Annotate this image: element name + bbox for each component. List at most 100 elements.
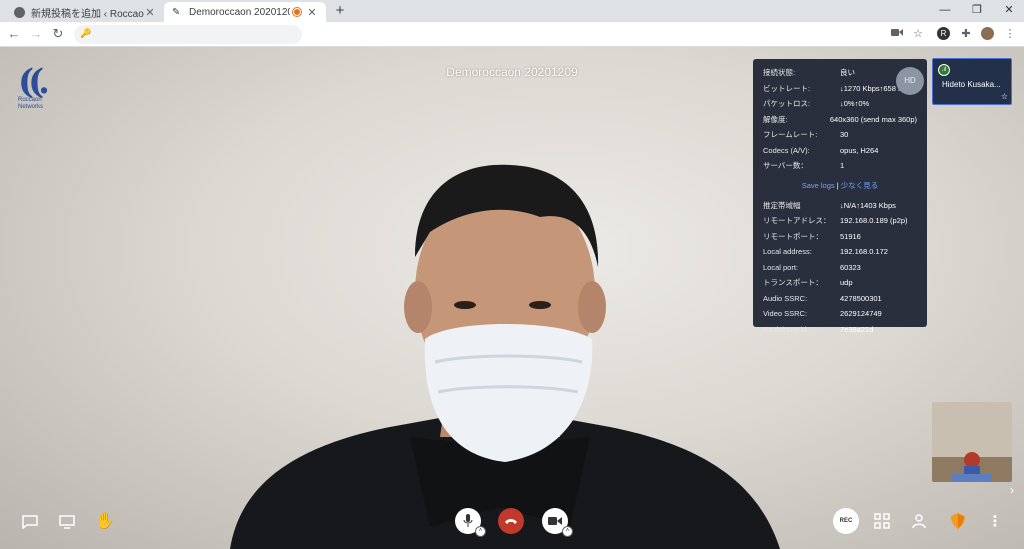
stats-row: 推定帯域幅 ↓N/A↑1403 Kbps [763, 198, 917, 214]
bookmark-star-icon[interactable]: ☆ [911, 27, 925, 41]
add-participant-icon [912, 514, 926, 529]
stats-value: 192.168.0.172 [840, 247, 888, 257]
chat-icon [22, 515, 38, 529]
tile-view-button[interactable] [869, 508, 895, 534]
stats-label: リモートアドレス： [763, 216, 831, 226]
logo-text: Roccaon Networks [18, 97, 44, 110]
microphone-options-caret[interactable]: ˄ [475, 526, 486, 537]
chevron-right-icon[interactable]: › [1010, 483, 1014, 497]
stats-value: 60323 [840, 262, 861, 272]
stats-row: トランスポート： udp [763, 275, 917, 291]
close-icon[interactable]: ✕ [144, 6, 156, 19]
stats-row: フレームレート: 30 [763, 127, 917, 143]
stats-value: opus, H264 [840, 145, 879, 155]
participant-name: Hideto Kusaka... [942, 80, 1001, 89]
stats-value: 30 [840, 130, 849, 140]
more-options-button[interactable]: ⋮ [982, 508, 1008, 534]
meeting-title: Demoroccaon 20201209 [446, 65, 578, 79]
window-close-button[interactable]: ✕ [994, 0, 1024, 20]
browser-tab-strip: 新規投稿を追加 ‹ Roccaon Netwo ✕ ✎ Demoroccaon … [0, 0, 1024, 22]
star-icon: ☆ [1000, 92, 1008, 101]
screen-share-button[interactable] [54, 509, 80, 535]
company-logo: ((. Roccaon Networks [18, 65, 62, 111]
camera-options-caret[interactable]: ˄ [562, 526, 573, 537]
stats-row: サーバー数： 1 [763, 158, 917, 174]
stats-label: パケットロス: [763, 99, 811, 109]
close-icon[interactable]: ✕ [306, 6, 318, 19]
stats-row: Codecs (A/V): opus, H264 [763, 143, 917, 159]
record-button[interactable]: REC [833, 508, 859, 534]
raise-hand-button[interactable]: ✋ [92, 508, 118, 534]
site-info-icon[interactable]: 🔑 [80, 28, 91, 39]
forward-icon[interactable]: → [28, 26, 44, 42]
stats-value: 51916 [840, 231, 861, 241]
stats-label: リモートポート： [763, 231, 823, 241]
grid-icon [874, 513, 890, 529]
self-view-thumbnail[interactable] [932, 402, 1012, 482]
stats-label: サーバー数： [763, 161, 808, 171]
chat-button[interactable] [17, 509, 43, 535]
browser-tab[interactable]: 新規投稿を追加 ‹ Roccaon Netwo ✕ [6, 2, 164, 22]
participant-video [230, 164, 780, 549]
meeting-toolbar: ✋ ˄ ˄ REC ⋮ [0, 497, 1024, 549]
hangup-button[interactable] [498, 508, 524, 534]
stats-label: Video SSRC: [763, 309, 808, 319]
stats-row: Audio SSRC: 4278500301 [763, 291, 917, 307]
browser-tab-active[interactable]: ✎ Demoroccaon 20201209 | Jit ✕ [164, 2, 326, 22]
stats-value: 1 [840, 161, 845, 171]
stats-label: 解像度: [763, 114, 788, 124]
save-logs-link[interactable]: Save logs [802, 181, 835, 190]
stats-row: 解像度: 640x360 (send max 360p) [763, 112, 917, 128]
address-bar[interactable]: 🔑 [74, 25, 302, 44]
invite-people-button[interactable] [907, 508, 933, 534]
link-separator: | [836, 180, 839, 190]
security-button[interactable] [945, 508, 971, 534]
stats-rows-bottom: 推定帯域幅 ↓N/A↑1403 Kbps リモートアドレス： 192.168.0.18… [763, 198, 917, 338]
extension-r-icon[interactable]: R [937, 27, 951, 41]
stats-row: Participant id: 7e38a21d [763, 322, 917, 338]
connection-stats-panel: 接続状態: 良い ビットレート: ↓1270 Kbps↑658 Kbps パケットロス:… [753, 59, 927, 334]
reload-icon[interactable]: ↻ [50, 26, 66, 42]
stats-row: ビットレート: ↓1270 Kbps↑658 Kbps [763, 81, 917, 97]
stats-value: 7e38a21d [840, 324, 874, 334]
stats-row: Local address: 192.168.0.172 [763, 244, 917, 260]
maximize-button[interactable]: ❐ [962, 0, 992, 20]
minimize-button[interactable]: — [930, 0, 960, 20]
stats-label: ビットレート: [763, 83, 811, 93]
connection-signal-icon[interactable]: .ıl [938, 64, 950, 76]
stats-label: 接続状態: [763, 68, 796, 78]
globe-icon [14, 6, 25, 18]
shield-icon [951, 513, 965, 529]
show-less-link[interactable]: 少なく見る [841, 181, 879, 190]
stats-row: 接続状態: 良い [763, 65, 917, 81]
camera-in-use-icon[interactable] [890, 27, 904, 41]
browser-menu-icon[interactable]: ⋮ [1003, 27, 1017, 41]
stats-value: ↓0%↑0% [840, 99, 870, 109]
video-stage: ((. Roccaon Networks Demoroccaon 2020120… [0, 47, 1024, 549]
back-icon[interactable]: ← [6, 26, 22, 42]
stats-value: udp [840, 278, 853, 288]
recording-indicator-icon [293, 8, 301, 16]
stats-row: リモートポート： 51916 [763, 229, 917, 245]
phone-hangup-icon [505, 519, 517, 524]
profile-avatar[interactable] [981, 27, 995, 41]
stats-row: Video SSRC: 2629124749 [763, 306, 917, 322]
stats-value: 640x360 (send max 360p) [829, 114, 917, 124]
tab-title: 新規投稿を追加 ‹ Roccaon Netwo [31, 8, 144, 20]
extensions-puzzle-icon[interactable]: ✚ [959, 27, 973, 41]
stats-links: Save logs | 少なく見る [763, 174, 917, 198]
feather-icon: ✎ [172, 6, 181, 18]
remote-participant-thumbnail[interactable]: .ıl Hideto Kusaka... ☆ [932, 58, 1012, 105]
stats-label: トランスポート： [763, 278, 823, 288]
tab-title: Demoroccaon 20201209 | Jit [189, 6, 290, 18]
stats-row: パケットロス: ↓0%↑0% [763, 96, 917, 112]
stats-label: フレームレート: [763, 130, 818, 140]
stats-value: 2629124749 [840, 309, 882, 319]
stats-rows-top: 接続状態: 良い ビットレート: ↓1270 Kbps↑658 Kbps パケットロス:… [763, 65, 917, 174]
stats-row: Local port: 60323 [763, 260, 917, 276]
browser-toolbar: ← → ↻ 🔑 ☆ R ✚ ⋮ [0, 22, 1024, 47]
stats-row: リモートアドレス： 192.168.0.189 (p2p) [763, 213, 917, 229]
new-tab-button[interactable]: + [332, 2, 348, 20]
hand-icon: ✋ [95, 513, 115, 530]
video-quality-badge[interactable]: HD [896, 67, 924, 95]
